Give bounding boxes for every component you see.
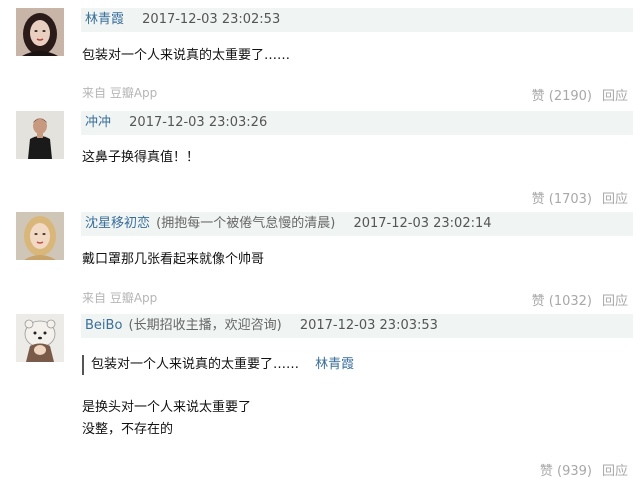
user-signature: (拥抱每一个被倦气怠慢的清晨) xyxy=(156,216,336,231)
comment-line: 戴口罩那几张看起来就像个帅哥 xyxy=(82,252,265,267)
comment-line: 包装对一个人来说真的太重要了…… xyxy=(82,48,291,63)
comment-actions: 赞 (1703) 回应 xyxy=(532,188,628,207)
timestamp: 2017-12-03 23:03:26 xyxy=(129,115,268,130)
like-button[interactable]: 赞 (939) xyxy=(540,464,592,479)
comment-text: 是换头对一个人来说太重要了 没整，不存在的 xyxy=(82,397,251,441)
comment-text: 戴口罩那几张看起来就像个帅哥 xyxy=(82,249,264,271)
comment-line: 这鼻子换得真值！！ xyxy=(82,150,200,165)
comment-item: BeiBo (长期招收主播，欢迎咨询) 2017-12-03 23:03:53 … xyxy=(0,307,640,485)
timestamp: 2017-12-03 23:02:53 xyxy=(142,12,281,27)
comment-item: 冲冲 2017-12-03 23:03:26 这鼻子换得真值！！ 赞 (1703… xyxy=(0,107,640,207)
user-signature: (长期招收主播，欢迎咨询) xyxy=(128,318,282,333)
avatar[interactable] xyxy=(16,212,64,260)
reply-button[interactable]: 回应 xyxy=(602,464,628,479)
comment-header: 沈星移初恋 (拥抱每一个被倦气怠慢的清晨) 2017-12-03 23:02:1… xyxy=(81,212,633,236)
avatar[interactable] xyxy=(16,8,64,56)
quote-username-link[interactable]: 林青霞 xyxy=(315,357,354,372)
comment-line: 是换头对一个人来说太重要了 xyxy=(82,400,252,415)
quote-text: 包装对一个人来说真的太重要了…… xyxy=(91,357,300,372)
source-label[interactable]: 来自 豆瓣App xyxy=(82,84,157,101)
username-link[interactable]: 林青霞 xyxy=(85,12,124,27)
timestamp: 2017-12-03 23:03:53 xyxy=(299,318,438,333)
comment-item: 沈星移初恋 (拥抱每一个被倦气怠慢的清晨) 2017-12-03 23:02:1… xyxy=(0,207,640,309)
comment-header: BeiBo (长期招收主播，欢迎咨询) 2017-12-03 23:03:53 xyxy=(81,314,633,338)
comment-line: 没整，不存在的 xyxy=(82,422,174,437)
username-link[interactable]: BeiBo xyxy=(85,318,122,333)
reply-button[interactable]: 回应 xyxy=(602,192,628,207)
comment-header: 冲冲 2017-12-03 23:03:26 xyxy=(81,111,633,135)
like-button[interactable]: 赞 (2190) xyxy=(532,89,592,104)
comment-item: 林青霞 2017-12-03 23:02:53 包装对一个人来说真的太重要了……… xyxy=(0,0,640,107)
timestamp: 2017-12-03 23:02:14 xyxy=(353,216,492,231)
like-button[interactable]: 赞 (1703) xyxy=(532,192,592,207)
avatar[interactable] xyxy=(16,111,64,159)
username-link[interactable]: 冲冲 xyxy=(85,115,111,130)
comment-text: 这鼻子换得真值！！ xyxy=(82,147,199,169)
avatar[interactable] xyxy=(16,314,64,362)
reply-button[interactable]: 回应 xyxy=(602,89,628,104)
username-link[interactable]: 沈星移初恋 xyxy=(85,216,150,231)
comment-actions: 赞 (939) 回应 xyxy=(540,460,628,479)
quoted-reply: 包装对一个人来说真的太重要了…… 林青霞 xyxy=(82,355,354,375)
comment-text: 包装对一个人来说真的太重要了…… xyxy=(82,45,290,67)
comment-actions: 赞 (2190) 回应 xyxy=(532,85,628,104)
comment-header: 林青霞 2017-12-03 23:02:53 xyxy=(81,8,633,32)
source-label[interactable]: 来自 豆瓣App xyxy=(82,289,157,306)
